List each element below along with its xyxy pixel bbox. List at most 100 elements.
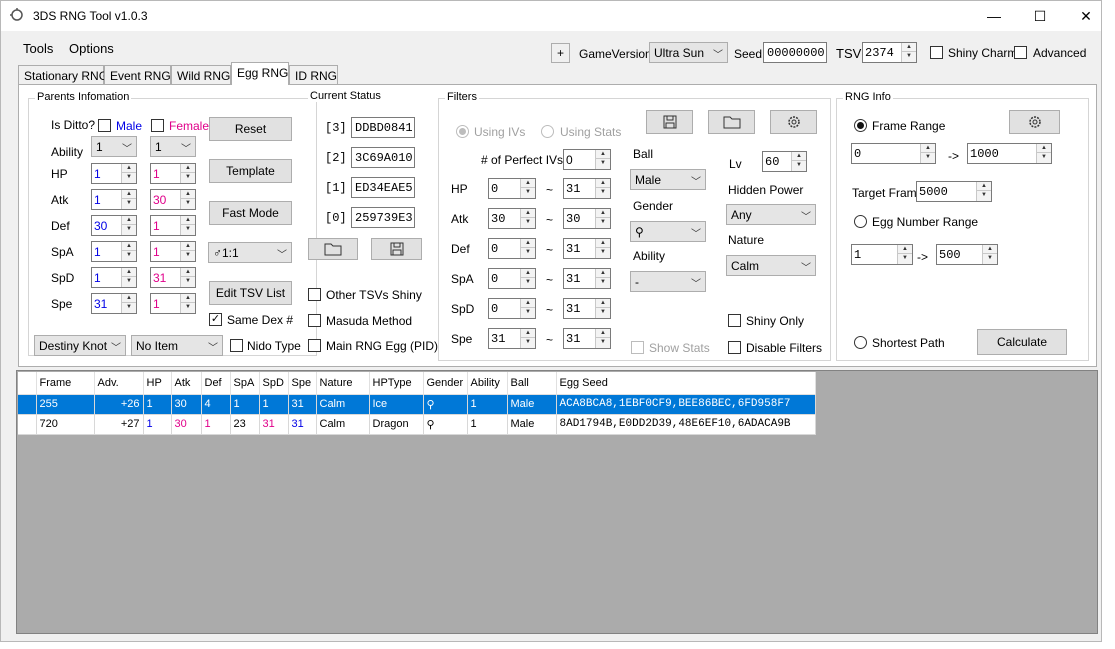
column-header[interactable]: Egg Seed	[556, 372, 816, 395]
edit-tsv-list-button[interactable]: Edit TSV List	[209, 281, 292, 305]
female-ability-select[interactable]: 1 ﹀	[150, 136, 196, 157]
column-header[interactable]: Nature	[316, 372, 370, 395]
filter-def-min-input-spinner[interactable]: ▲ ▼	[520, 239, 535, 258]
female-def-input-spinner[interactable]: ▲ ▼	[180, 216, 195, 235]
female-ditto-checkbox[interactable]	[151, 119, 164, 132]
female-spe-input-spinner[interactable]: ▲ ▼	[180, 294, 195, 313]
tab-wild-rng[interactable]: Wild RNG	[171, 65, 231, 84]
male-def-input-spinner[interactable]: ▲ ▼	[121, 216, 136, 235]
shiny-only-checkbox[interactable]	[728, 314, 741, 327]
filter-spe-min-input-spinner[interactable]: ▲ ▼	[520, 329, 535, 348]
column-header[interactable]: Ability	[467, 372, 508, 395]
frame-min-input[interactable]: 0 ▲ ▼	[851, 143, 936, 164]
filter-spa-max-input-spinner[interactable]: ▲ ▼	[595, 269, 610, 288]
filter-spd-max-input-spinner[interactable]: ▲ ▼	[595, 299, 610, 318]
female-atk-input[interactable]: 30 ▲ ▼	[150, 189, 196, 210]
female-spa-input-spinner[interactable]: ▲ ▼	[180, 242, 195, 261]
tab-event-rng[interactable]: Event RNG	[104, 65, 171, 84]
destiny-knot-select[interactable]: Destiny Knot ﹀	[34, 335, 126, 356]
female-spe-input[interactable]: 1 ▲ ▼	[150, 293, 196, 314]
tab-stationary-rng[interactable]: Stationary RNG	[18, 65, 108, 84]
status-seed-input[interactable]: ED34EAE5	[351, 177, 415, 198]
filter-spe-max-input[interactable]: 31 ▲ ▼	[563, 328, 611, 349]
egg-min-input[interactable]: 1 ▲ ▼	[851, 244, 913, 265]
male-spd-input-spinner[interactable]: ▲ ▼	[121, 268, 136, 287]
egg-max-input[interactable]: 500 ▲ ▼	[936, 244, 998, 265]
same-dex-checkbox[interactable]: ✓	[209, 313, 222, 326]
gender-select[interactable]: ⚲ ﹀	[630, 221, 706, 242]
perfect-ivs-input[interactable]: 0 ▲ ▼	[563, 149, 611, 170]
advanced-checkbox[interactable]	[1014, 46, 1027, 59]
filter-spd-min-input[interactable]: 0 ▲ ▼	[488, 298, 536, 319]
male-ditto-checkbox[interactable]	[98, 119, 111, 132]
close-button[interactable]: ✕	[1063, 1, 1101, 31]
filter-spa-min-input[interactable]: 0 ▲ ▼	[488, 268, 536, 289]
minimize-button[interactable]: —	[971, 1, 1017, 31]
column-header[interactable]: HPType	[369, 372, 424, 395]
frame-max-input[interactable]: 1000 ▲ ▼	[967, 143, 1052, 164]
filter-hp-max-input-spinner[interactable]: ▲ ▼	[595, 179, 610, 198]
filter-def-max-input-spinner[interactable]: ▲ ▼	[595, 239, 610, 258]
status-seed-input[interactable]: 3C69A010	[351, 147, 415, 168]
column-header[interactable]: Adv.	[94, 372, 144, 395]
nature-select[interactable]: Calm ﹀	[726, 255, 816, 276]
table-row[interactable]: 255 +26 1 30 4 1 1 31 Calm Ice ⚲ 1 Male ACA8BCA8,1EBF…	[18, 394, 816, 415]
lv-input[interactable]: 60 ▲ ▼	[762, 151, 807, 172]
frame-max-spinner[interactable]: ▲ ▼	[1036, 144, 1051, 163]
nido-type-checkbox[interactable]	[230, 339, 243, 352]
results-grid[interactable]: Frame Adv. HP Atk Def SpA SpD Spe Nature HPType Ge…	[16, 370, 1098, 634]
column-header[interactable]: SpA	[230, 372, 260, 395]
open-status-button[interactable]	[308, 238, 358, 260]
hidden-power-select[interactable]: Any ﹀	[726, 204, 816, 225]
filter-hp-min-input-spinner[interactable]: ▲ ▼	[520, 179, 535, 198]
egg-number-range-radio[interactable]	[854, 215, 867, 228]
male-hp-input[interactable]: 1 ▲ ▼	[91, 163, 137, 184]
egg-min-spinner[interactable]: ▲ ▼	[897, 245, 912, 264]
status-seed-input[interactable]: DDBD0841	[351, 117, 415, 138]
column-header[interactable]: Def	[201, 372, 231, 395]
female-atk-input-spinner[interactable]: ▲ ▼	[180, 190, 195, 209]
column-header[interactable]: Gender	[423, 372, 468, 395]
menu-options[interactable]: Options	[69, 41, 114, 56]
fast-mode-button[interactable]: Fast Mode	[209, 201, 292, 225]
masuda-method-checkbox[interactable]	[308, 314, 321, 327]
plus-button[interactable]: +	[551, 43, 570, 63]
column-header[interactable]: HP	[143, 372, 172, 395]
filter-spd-max-input[interactable]: 31 ▲ ▼	[563, 298, 611, 319]
male-spa-input-spinner[interactable]: ▲ ▼	[121, 242, 136, 261]
tsv-spinner[interactable]: ▲ ▼	[901, 43, 916, 62]
male-spd-input[interactable]: 1 ▲ ▼	[91, 267, 137, 288]
female-spd-input-spinner[interactable]: ▲ ▼	[180, 268, 195, 287]
disable-filters-checkbox[interactable]	[728, 341, 741, 354]
lv-spinner[interactable]: ▲ ▼	[791, 152, 806, 171]
reset-button[interactable]: Reset	[209, 117, 292, 141]
column-header[interactable]: Ball	[507, 372, 557, 395]
save-filters-button[interactable]	[646, 110, 693, 134]
table-row[interactable]: 720 +27 1 30 1 23 31 31 Calm Dragon ⚲ 1 Male 8AD1794B…	[18, 414, 816, 435]
frame-min-spinner[interactable]: ▲ ▼	[920, 144, 935, 163]
shortest-path-radio[interactable]	[854, 336, 867, 349]
row-header[interactable]	[18, 414, 37, 435]
template-button[interactable]: Template	[209, 159, 292, 183]
tsv-input[interactable]: 2374 ▲ ▼	[862, 42, 917, 63]
show-stats-checkbox[interactable]	[631, 341, 644, 354]
male-ability-select[interactable]: 1 ﹀	[91, 136, 137, 157]
game-version-select[interactable]: Ultra Sun ﹀	[649, 42, 728, 63]
filter-atk-min-input[interactable]: 30 ▲ ▼	[488, 208, 536, 229]
tab-id-rng[interactable]: ID RNG	[289, 65, 338, 84]
target-frame-input[interactable]: 5000 ▲ ▼	[916, 181, 992, 202]
female-spd-input[interactable]: 31 ▲ ▼	[150, 267, 196, 288]
filter-atk-min-input-spinner[interactable]: ▲ ▼	[520, 209, 535, 228]
open-filters-button[interactable]	[708, 110, 755, 134]
ball-select[interactable]: Male ﹀	[630, 169, 706, 190]
female-def-input[interactable]: 1 ▲ ▼	[150, 215, 196, 236]
filter-spe-max-input-spinner[interactable]: ▲ ▼	[595, 329, 610, 348]
row-header[interactable]	[18, 394, 37, 415]
male-spa-input[interactable]: 1 ▲ ▼	[91, 241, 137, 262]
tab-egg-rng[interactable]: Egg RNG	[231, 62, 289, 85]
male-hp-input-spinner[interactable]: ▲ ▼	[121, 164, 136, 183]
using-stats-radio[interactable]	[541, 125, 554, 138]
column-header[interactable]: Spe	[288, 372, 317, 395]
female-hp-input-spinner[interactable]: ▲ ▼	[180, 164, 195, 183]
male-atk-input[interactable]: 1 ▲ ▼	[91, 189, 137, 210]
